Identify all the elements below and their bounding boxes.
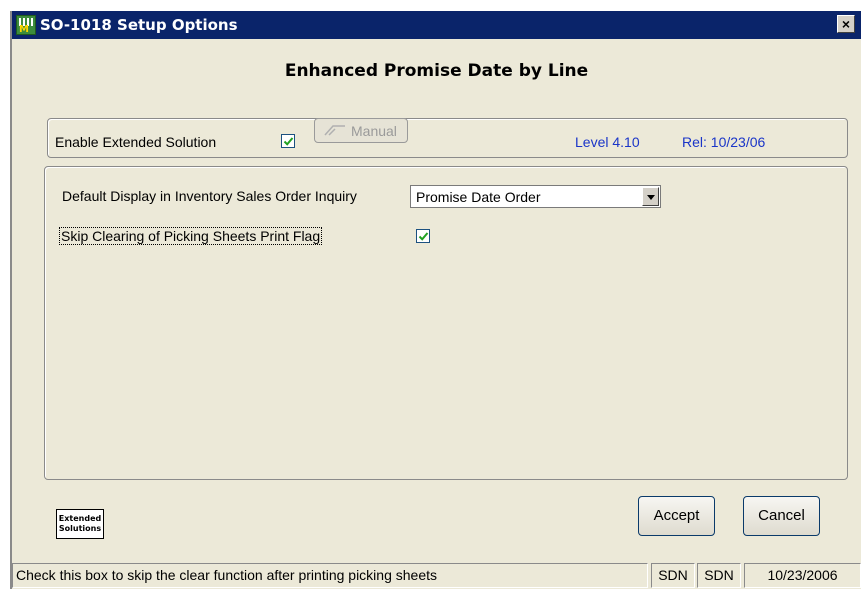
default-display-select[interactable]: Promise Date Order xyxy=(410,185,661,208)
close-button[interactable]: × xyxy=(837,15,855,33)
skip-clearing-checkbox[interactable] xyxy=(416,229,430,243)
release-label: Rel: 10/23/06 xyxy=(682,134,766,150)
extended-solutions-logo: Extended Solutions xyxy=(56,509,104,539)
default-display-label: Default Display in Inventory Sales Order… xyxy=(62,188,357,204)
logo-line2: Solutions xyxy=(58,524,102,533)
extended-solution-panel: Enable Extended Solution Manual Level 4.… xyxy=(47,118,848,158)
window-title: SO-1018 Setup Options xyxy=(40,16,238,34)
options-panel: Default Display in Inventory Sales Order… xyxy=(44,166,848,480)
status-company-2: SDN xyxy=(697,563,741,588)
enable-extended-solution-label: Enable Extended Solution xyxy=(55,134,217,150)
manual-icon xyxy=(324,125,345,136)
mas90-icon: M xyxy=(16,15,36,35)
status-date: 10/23/2006 xyxy=(744,563,861,588)
default-display-value: Promise Date Order xyxy=(416,189,541,205)
logo-line1: Extended xyxy=(58,514,102,523)
status-company-1: SDN xyxy=(651,563,695,588)
manual-button[interactable]: Manual xyxy=(314,118,408,143)
level-label: Level 4.10 xyxy=(575,134,640,150)
status-message: Check this box to skip the clear functio… xyxy=(12,563,648,588)
chevron-down-icon[interactable] xyxy=(642,187,659,206)
cancel-button[interactable]: Cancel xyxy=(743,496,820,536)
enable-extended-solution-checkbox[interactable] xyxy=(281,134,295,148)
title-bar[interactable]: M SO-1018 Setup Options × xyxy=(12,11,861,39)
skip-clearing-label: Skip Clearing of Picking Sheets Print Fl… xyxy=(59,227,323,245)
manual-button-label: Manual xyxy=(351,123,397,139)
accept-button[interactable]: Accept xyxy=(638,496,715,536)
status-bar: Check this box to skip the clear functio… xyxy=(12,556,861,589)
setup-options-window: M SO-1018 Setup Options × Enhanced Promi… xyxy=(10,11,861,589)
page-title: Enhanced Promise Date by Line xyxy=(284,61,589,81)
